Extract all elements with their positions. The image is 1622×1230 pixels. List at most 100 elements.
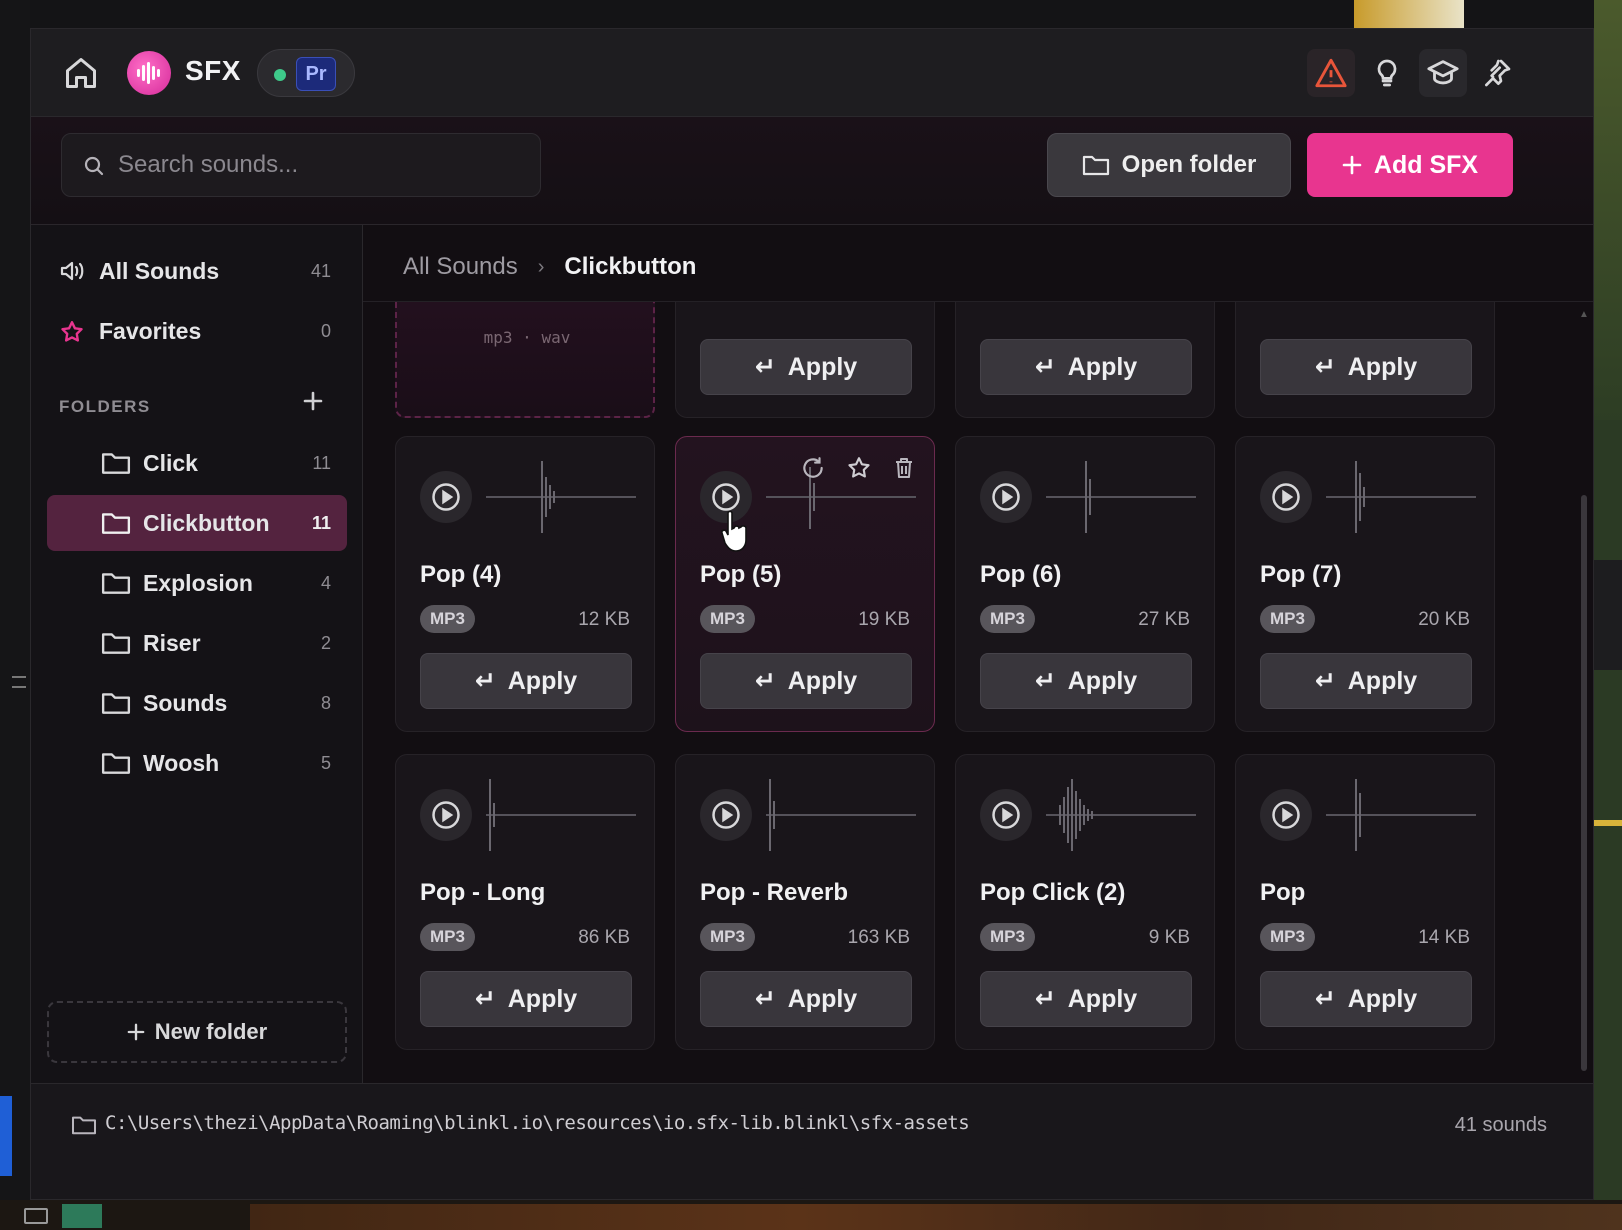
apply-button[interactable]: ↵ Apply bbox=[980, 653, 1192, 709]
play-icon bbox=[712, 801, 740, 829]
apply-label: Apply bbox=[1067, 666, 1138, 695]
folder-count: 11 bbox=[311, 513, 331, 533]
play-button[interactable] bbox=[1260, 471, 1312, 523]
plus-icon bbox=[1342, 155, 1362, 175]
play-icon bbox=[1272, 483, 1300, 511]
drop-zone[interactable]: mp3 · wav bbox=[395, 302, 655, 418]
play-button[interactable] bbox=[980, 471, 1032, 523]
sound-card[interactable]: Pop - Reverb MP3 163 KB ↵ Apply bbox=[675, 754, 935, 1050]
waveform bbox=[1326, 461, 1476, 533]
pin-icon bbox=[1485, 59, 1511, 87]
drop-zone-formats: mp3 · wav bbox=[483, 328, 571, 347]
sound-name: Pop Click (2) bbox=[980, 879, 1126, 906]
play-icon bbox=[1272, 801, 1300, 829]
background-track-m bbox=[62, 1204, 102, 1228]
title-bar: SFX Pr bbox=[31, 29, 1593, 117]
sidebar-folder-riser[interactable]: Riser 2 bbox=[47, 615, 347, 671]
sound-name: Pop - Reverb bbox=[700, 879, 849, 906]
open-folder-button[interactable]: Open folder bbox=[1047, 133, 1291, 197]
sound-card[interactable]: Pop (7) MP3 20 KB ↵ Apply bbox=[1235, 436, 1495, 732]
folder-label: Clickbutton bbox=[143, 510, 270, 536]
vertical-scrollbar[interactable]: ▲ bbox=[1579, 309, 1589, 1077]
add-folder-button[interactable] bbox=[299, 389, 327, 417]
hand-cursor-icon bbox=[721, 510, 747, 552]
sidebar-folder-clickbutton[interactable]: Clickbutton 11 bbox=[47, 495, 347, 551]
warning-button[interactable] bbox=[1307, 49, 1355, 97]
enter-icon: ↵ bbox=[474, 667, 496, 695]
apply-button[interactable]: ↵ Apply bbox=[1260, 339, 1472, 395]
search-input[interactable] bbox=[118, 134, 528, 196]
apply-button[interactable]: ↵ Apply bbox=[700, 339, 912, 395]
chevron-right-icon: › bbox=[537, 255, 545, 278]
breadcrumb-all-sounds[interactable]: All Sounds bbox=[403, 253, 518, 281]
sound-name: Pop (7) bbox=[1260, 561, 1342, 588]
reset-button[interactable] bbox=[800, 455, 826, 481]
sound-card[interactable]: Pop (4) MP3 12 KB ↵ Apply bbox=[395, 436, 655, 732]
sound-card[interactable]: Pop Click (2) MP3 9 KB ↵ Apply bbox=[955, 754, 1215, 1050]
format-badge: MP3 bbox=[700, 605, 755, 633]
sound-card[interactable]: Pop (5) MP3 19 KB ↵ Apply bbox=[675, 436, 935, 732]
waveform bbox=[1046, 461, 1196, 533]
sidebar-item-favorites[interactable]: Favorites 0 bbox=[47, 305, 347, 357]
library-path[interactable]: C:\Users\thezi\AppData\Roaming\blinkl.io… bbox=[105, 1112, 970, 1134]
apply-button[interactable]: ↵ Apply bbox=[700, 653, 912, 709]
pin-button[interactable] bbox=[1473, 49, 1521, 97]
play-icon bbox=[432, 483, 460, 511]
sound-card[interactable]: Pop - Long MP3 86 KB ↵ Apply bbox=[395, 754, 655, 1050]
favorite-button[interactable] bbox=[846, 455, 872, 481]
apply-button[interactable]: ↵ Apply bbox=[980, 339, 1192, 395]
sidebar-folder-explosion[interactable]: Explosion 4 bbox=[47, 555, 347, 611]
add-sfx-button[interactable]: Add SFX bbox=[1307, 133, 1513, 197]
file-size: 163 KB bbox=[847, 927, 910, 948]
apply-button[interactable]: ↵ Apply bbox=[700, 971, 912, 1027]
folders-heading: FOLDERS bbox=[59, 397, 151, 416]
new-folder-label: New folder bbox=[154, 1019, 268, 1044]
play-button[interactable] bbox=[700, 789, 752, 841]
sidebar-item-all-sounds[interactable]: All Sounds 41 bbox=[47, 245, 347, 297]
file-size: 12 KB bbox=[578, 609, 630, 630]
background-decoration bbox=[1354, 0, 1464, 28]
scroll-up-icon[interactable]: ▲ bbox=[1579, 309, 1589, 320]
format-badge: MP3 bbox=[1260, 923, 1315, 951]
scroll-thumb[interactable] bbox=[1581, 495, 1587, 1071]
sound-card[interactable]: Pop (6) MP3 27 KB ↵ Apply bbox=[955, 436, 1215, 732]
apply-label: Apply bbox=[1067, 352, 1138, 381]
sound-card: ↵ Apply bbox=[1235, 302, 1495, 418]
folder-count: 11 bbox=[312, 453, 331, 473]
sidebar-item-label: Favorites bbox=[99, 317, 202, 344]
sidebar-folder-sounds[interactable]: Sounds 8 bbox=[47, 675, 347, 731]
play-button[interactable] bbox=[1260, 789, 1312, 841]
home-button[interactable] bbox=[57, 49, 105, 97]
folder-icon bbox=[101, 753, 131, 774]
play-button[interactable] bbox=[420, 789, 472, 841]
sidebar-folder-woosh[interactable]: Woosh 5 bbox=[47, 735, 347, 791]
apply-button[interactable]: ↵ Apply bbox=[980, 971, 1192, 1027]
sound-card[interactable]: Pop MP3 14 KB ↵ Apply bbox=[1235, 754, 1495, 1050]
delete-button[interactable] bbox=[892, 455, 918, 481]
apply-label: Apply bbox=[787, 666, 858, 695]
sound-name: Pop (4) bbox=[420, 561, 502, 588]
file-size: 19 KB bbox=[858, 609, 910, 630]
new-folder-button[interactable]: New folder bbox=[47, 1001, 347, 1063]
background-menu-icon bbox=[12, 676, 26, 688]
tutorials-button[interactable] bbox=[1419, 49, 1467, 97]
host-app-indicator[interactable]: Pr bbox=[257, 49, 355, 97]
sidebar-folder-click[interactable]: Click 11 bbox=[47, 435, 347, 491]
apply-button[interactable]: ↵ Apply bbox=[420, 653, 632, 709]
breadcrumb-current: Clickbutton bbox=[564, 253, 697, 280]
search-box bbox=[61, 133, 541, 197]
enter-icon: ↵ bbox=[1034, 667, 1056, 695]
background-decoration bbox=[1594, 0, 1622, 420]
background-decoration bbox=[1594, 820, 1622, 826]
play-button[interactable] bbox=[420, 471, 472, 523]
play-icon bbox=[992, 801, 1020, 829]
apply-label: Apply bbox=[507, 984, 578, 1013]
apply-button[interactable]: ↵ Apply bbox=[420, 971, 632, 1027]
apply-button[interactable]: ↵ Apply bbox=[1260, 971, 1472, 1027]
sidebar-item-count: 41 bbox=[310, 260, 331, 281]
play-button[interactable] bbox=[980, 789, 1032, 841]
folder-count: 5 bbox=[320, 753, 331, 773]
tips-button[interactable] bbox=[1363, 49, 1411, 97]
apply-button[interactable]: ↵ Apply bbox=[1260, 653, 1472, 709]
folder-icon bbox=[101, 693, 131, 714]
